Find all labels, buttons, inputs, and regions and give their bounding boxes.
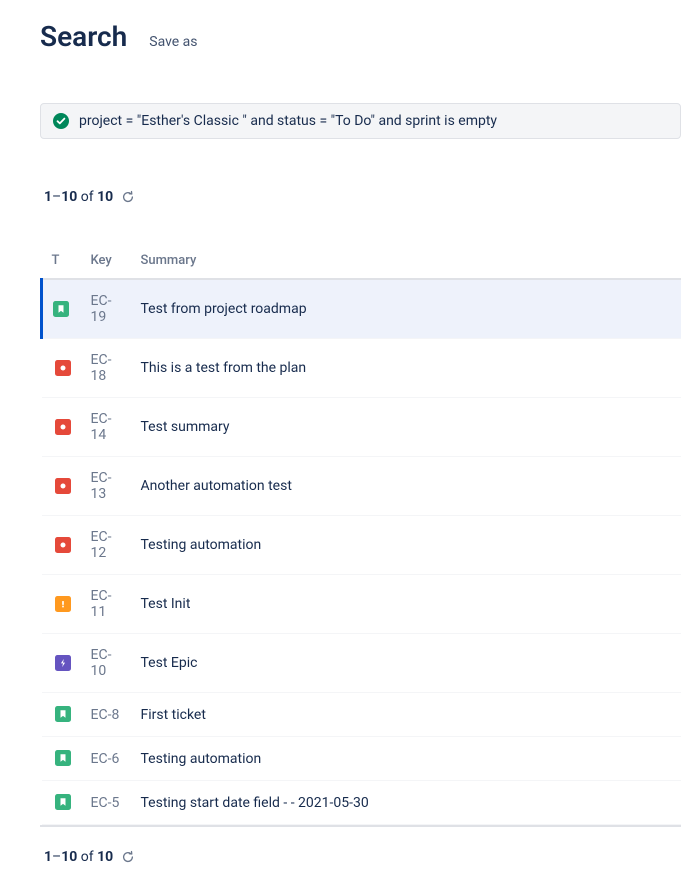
- bug-icon: [55, 478, 71, 494]
- story-icon: [55, 750, 71, 766]
- table-row[interactable]: EC-6Testing automation: [42, 737, 681, 781]
- issue-summary[interactable]: First ticket: [131, 693, 681, 737]
- issue-summary[interactable]: Test Init: [131, 575, 681, 634]
- col-type[interactable]: T: [42, 245, 81, 279]
- story-icon: [55, 706, 71, 722]
- jql-query-text: project = "Esther's Classic " and status…: [79, 113, 497, 129]
- story-icon: [55, 794, 71, 810]
- issue-type-cell: [42, 575, 81, 634]
- col-summary[interactable]: Summary: [131, 245, 681, 279]
- pager-range: 1–10 of 10: [44, 189, 113, 205]
- results-table: T Key Summary EC-19Test from project roa…: [40, 245, 681, 825]
- issue-key[interactable]: EC-11: [81, 575, 131, 634]
- issue-type-cell: [42, 516, 81, 575]
- table-row[interactable]: EC-10Test Epic: [42, 634, 681, 693]
- issue-key[interactable]: EC-12: [81, 516, 131, 575]
- table-row[interactable]: EC-19Test from project roadmap: [42, 279, 681, 339]
- issue-key[interactable]: EC-8: [81, 693, 131, 737]
- page-header: Search Save as: [40, 20, 681, 53]
- table-row[interactable]: EC-14Test summary: [42, 398, 681, 457]
- issue-type-cell: [42, 457, 81, 516]
- jql-search-bar[interactable]: project = "Esther's Classic " and status…: [40, 103, 681, 139]
- story-icon: [53, 301, 69, 317]
- bug-icon: [55, 419, 71, 435]
- issue-summary[interactable]: Test Epic: [131, 634, 681, 693]
- table-row[interactable]: EC-5Testing start date field - - 2021-05…: [42, 781, 681, 825]
- issue-summary[interactable]: Test summary: [131, 398, 681, 457]
- issue-summary[interactable]: Testing start date field - - 2021-05-30: [131, 781, 681, 825]
- table-row[interactable]: EC-8First ticket: [42, 693, 681, 737]
- risk-icon: [55, 596, 71, 612]
- issue-type-cell: [42, 634, 81, 693]
- table-row[interactable]: EC-11Test Init: [42, 575, 681, 634]
- col-key[interactable]: Key: [81, 245, 131, 279]
- page-title: Search: [40, 20, 127, 53]
- issue-type-cell: [42, 737, 81, 781]
- results-pager-top: 1–10 of 10: [40, 189, 681, 205]
- table-row[interactable]: EC-12Testing automation: [42, 516, 681, 575]
- epic-icon: [55, 655, 71, 671]
- issue-key[interactable]: EC-18: [81, 339, 131, 398]
- issue-type-cell: [42, 279, 81, 339]
- issue-key[interactable]: EC-5: [81, 781, 131, 825]
- issue-type-cell: [42, 693, 81, 737]
- issue-key[interactable]: EC-13: [81, 457, 131, 516]
- issue-summary[interactable]: Another automation test: [131, 457, 681, 516]
- pager-range-bottom: 1–10 of 10: [44, 849, 113, 865]
- issue-key[interactable]: EC-19: [81, 279, 131, 339]
- issue-type-cell: [42, 339, 81, 398]
- bug-icon: [55, 537, 71, 553]
- refresh-icon[interactable]: [121, 190, 135, 204]
- results-pager-bottom: 1–10 of 10: [40, 849, 681, 865]
- issue-summary[interactable]: This is a test from the plan: [131, 339, 681, 398]
- table-row[interactable]: EC-18This is a test from the plan: [42, 339, 681, 398]
- bug-icon: [55, 360, 71, 376]
- issue-key[interactable]: EC-14: [81, 398, 131, 457]
- save-as-button[interactable]: Save as: [149, 34, 197, 50]
- issue-summary[interactable]: Testing automation: [131, 737, 681, 781]
- refresh-icon[interactable]: [121, 850, 135, 864]
- issue-type-cell: [42, 781, 81, 825]
- issue-key[interactable]: EC-6: [81, 737, 131, 781]
- issue-key[interactable]: EC-10: [81, 634, 131, 693]
- check-circle-icon: [53, 113, 69, 129]
- table-row[interactable]: EC-13Another automation test: [42, 457, 681, 516]
- issue-summary[interactable]: Testing automation: [131, 516, 681, 575]
- issue-summary[interactable]: Test from project roadmap: [131, 279, 681, 339]
- issue-type-cell: [42, 398, 81, 457]
- results-divider: [40, 825, 681, 827]
